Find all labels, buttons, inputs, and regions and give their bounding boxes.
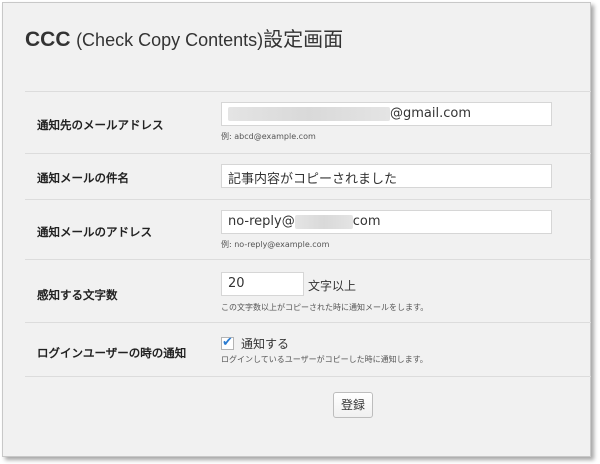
min-chars-value: 20: [228, 276, 245, 291]
logged-in-notify-label: ログインユーザーの時の通知: [37, 346, 187, 360]
row-min-chars: 感知する文字数 20 文字以上 この文字数以上がコピーされた時に通知メールをしま…: [25, 259, 591, 323]
row-logged-in-notify: ログインユーザーの時の通知 ✔ 通知する ログインしているユーザーがコピーした時…: [25, 322, 591, 377]
notify-email-value: @gmail.com: [390, 106, 472, 121]
checkmark-icon: ✔: [222, 335, 233, 350]
notify-email-description: 例: abcd@example.com: [221, 132, 316, 141]
notify-email-label: 通知先のメールアドレス: [37, 118, 164, 132]
min-chars-suffix: 文字以上: [308, 279, 357, 293]
mail-from-input[interactable]: no-reply@ com: [221, 210, 552, 234]
page-title: CCC (Check Copy Contents)設定画面: [25, 23, 343, 52]
settings-window: CCC (Check Copy Contents)設定画面 通知先のメールアドレ…: [2, 2, 591, 457]
row-mail-subject: 通知メールの件名 記事内容がコピーされました: [25, 153, 591, 200]
title-sub: (Check Copy Contents): [76, 30, 264, 50]
mail-from-suffix: com: [352, 214, 381, 229]
redacted-text: [294, 214, 353, 229]
logged-in-notify-checkbox[interactable]: ✔: [221, 335, 234, 350]
min-chars-label: 感知する文字数: [37, 288, 118, 302]
logged-in-notify-description: ログインしているユーザーがコピーした時に通知します。: [221, 355, 428, 364]
mail-subject-value: 記事内容がコピーされました: [228, 172, 398, 187]
mail-from-label: 通知メールのアドレス: [37, 225, 152, 239]
redacted-text: [228, 106, 390, 121]
notify-email-input[interactable]: @gmail.com: [221, 102, 552, 126]
row-mail-from: 通知メールのアドレス no-reply@ com 例: no-reply@exam…: [25, 199, 591, 260]
mail-from-description: 例: no-reply@example.com: [221, 240, 330, 249]
title-suffix: 設定画面: [263, 29, 344, 51]
mail-subject-input[interactable]: 記事内容がコピーされました: [221, 164, 552, 188]
divider: [25, 376, 591, 377]
mail-from-prefix: no-reply@: [228, 214, 295, 229]
title-main: CCC: [25, 28, 71, 51]
row-notify-email: 通知先のメールアドレス @gmail.com 例: abcd@example.c…: [25, 91, 591, 154]
min-chars-description: この文字数以上がコピーされた時に通知メールをします。: [221, 303, 429, 312]
submit-button[interactable]: 登録: [333, 392, 373, 418]
min-chars-input[interactable]: 20: [221, 272, 304, 296]
mail-subject-label: 通知メールの件名: [37, 171, 129, 185]
logged-in-notify-checkbox-label[interactable]: 通知する: [241, 335, 289, 352]
